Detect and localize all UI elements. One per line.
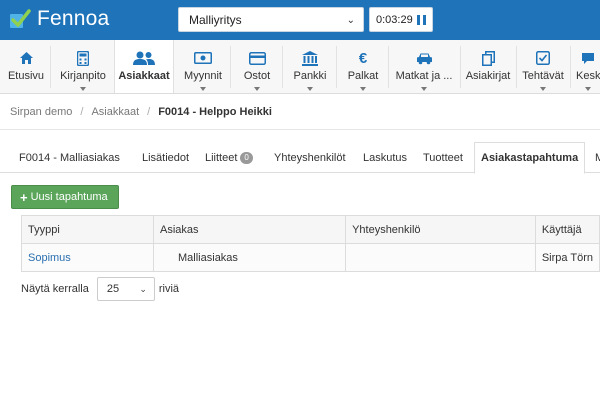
column-header[interactable]: Yhteyshenkilö	[345, 215, 536, 244]
customer-tabs: F0014 - Malliasiakas Lisätiedot Liitteet…	[0, 142, 600, 174]
new-event-label: Uusi tapahtuma	[30, 191, 108, 203]
caret-down-icon	[421, 87, 427, 91]
nav-item-kirjanpito[interactable]: Kirjanpito	[56, 40, 110, 93]
page-size-prefix: Näytä kerralla	[21, 283, 89, 295]
cell-type[interactable]: Sopimus	[20, 243, 155, 272]
caret-down-icon	[254, 87, 260, 91]
nav-label: Ostot	[243, 70, 271, 82]
nav-label: Asiakkaat	[118, 70, 170, 82]
tab-asiakastapahtuma[interactable]: Asiakastapahtuma	[474, 142, 586, 174]
logo-text: Fennoa	[37, 7, 110, 30]
breadcrumb-item-customers[interactable]: Asiakkaat	[91, 106, 139, 118]
page-size-suffix: riviä	[158, 283, 180, 295]
fennoa-logo[interactable]: Fennoa	[9, 7, 109, 31]
nav-label: Matkat ja ...	[395, 70, 453, 82]
nav-item-matkat[interactable]: Matkat ja ...	[393, 40, 455, 93]
calculator-icon	[77, 50, 89, 66]
nav-label: Pankki	[293, 70, 327, 82]
caret-down-icon	[540, 87, 546, 91]
caret-down-icon	[200, 87, 206, 91]
tab-label: Asiakastapahtuma	[481, 152, 579, 164]
nav-item-ostot[interactable]: Ostot	[238, 40, 276, 93]
tab-customer[interactable]: F0014 - Malliasiakas	[19, 142, 120, 173]
timer-value: 0:03:29	[376, 13, 413, 26]
table-header-row: Tyyppi Asiakas Yhteyshenkilö Käyttäjä	[20, 215, 600, 244]
cell-user: Sirpa Törn	[534, 243, 600, 272]
euro-icon: €	[358, 49, 368, 67]
home-icon	[19, 52, 33, 64]
breadcrumb-item-company[interactable]: Sirpan demo	[10, 106, 72, 118]
tab-label: Lisätiedot	[142, 151, 190, 164]
main-nav: Etusivu Kirjanpito Asiakkaat Myynnit Ost…	[0, 40, 600, 94]
nav-item-etusivu[interactable]: Etusivu	[4, 40, 48, 93]
cell-customer: Malliasiakas	[153, 243, 347, 272]
tab-lisatiedot[interactable]: Lisätiedot	[142, 142, 189, 173]
logo-check-icon	[10, 9, 31, 28]
plus-icon: +	[20, 189, 28, 205]
work-timer: 0:03:29	[369, 7, 433, 32]
page-size-value: 25	[106, 283, 120, 295]
page-size-control: Näytä kerralla 25 ⌄ riviä	[21, 277, 179, 301]
tab-label: Yhteyshenkilöt	[274, 151, 346, 164]
money-icon	[194, 52, 212, 64]
events-table: Tyyppi Asiakas Yhteyshenkilö Käyttäjä So…	[20, 215, 600, 272]
nav-label: Myynnit	[184, 70, 222, 82]
tab-label: Tuotteet	[423, 151, 463, 164]
company-select-value: Malliyritys	[189, 12, 242, 27]
users-icon	[133, 51, 155, 65]
caret-down-icon	[360, 87, 366, 91]
nav-item-asiakirjat[interactable]: Asiakirjat	[464, 40, 512, 93]
tab-yhteyshenkilot[interactable]: Yhteyshenkilöt	[274, 142, 346, 173]
nav-label: Kesk	[576, 70, 600, 82]
nav-item-keskustelut[interactable]: Kesk	[576, 40, 600, 93]
nav-item-tehtavat[interactable]: Tehtävät	[520, 40, 566, 93]
nav-item-myynnit[interactable]: Myynnit	[180, 40, 226, 93]
tab-laskutus[interactable]: Laskutus	[363, 142, 407, 173]
breadcrumb-current: F0014 - Helppo Heikki	[158, 106, 272, 118]
checkbox-icon	[536, 51, 550, 65]
page-size-select[interactable]: 25 ⌄	[96, 277, 155, 301]
tab-label: Liitteet	[205, 151, 238, 164]
credit-card-icon	[248, 51, 266, 65]
nav-item-palkat[interactable]: € Palkat	[342, 40, 384, 93]
nav-item-asiakkaat[interactable]: Asiakkaat	[114, 40, 174, 93]
caret-down-icon	[307, 87, 313, 91]
bank-icon	[302, 50, 318, 66]
table-row[interactable]: Sopimus Malliasiakas Sirpa Törn	[20, 243, 600, 272]
tab-liitteet[interactable]: Liitteet 0	[205, 142, 253, 173]
cell-contact	[345, 243, 536, 272]
tab-label: Laskutus	[363, 151, 408, 164]
column-header[interactable]: Käyttäjä	[534, 215, 600, 244]
pause-icon[interactable]	[417, 15, 426, 25]
column-header[interactable]: Asiakas	[153, 215, 347, 244]
documents-icon	[481, 50, 495, 66]
chevron-down-icon: ⌄	[346, 15, 355, 26]
column-header[interactable]: Tyyppi	[20, 215, 155, 244]
chat-icon	[582, 52, 594, 64]
tab-label: M	[595, 151, 600, 164]
nav-label: Tehtävät	[522, 70, 564, 82]
attachments-count-badge: 0	[240, 151, 253, 164]
caret-down-icon	[585, 87, 591, 91]
tab-label: F0014 - Malliasiakas	[19, 151, 120, 164]
car-icon	[416, 53, 432, 64]
company-select[interactable]: Malliyritys ⌄	[178, 7, 364, 32]
nav-item-pankki[interactable]: Pankki	[288, 40, 332, 93]
top-bar: Fennoa Malliyritys ⌄ 0:03:29	[0, 0, 600, 40]
caret-down-icon	[80, 87, 86, 91]
breadcrumb: Sirpan demo / Asiakkaat / F0014 - Helppo…	[0, 95, 600, 130]
tab-more[interactable]: M	[595, 142, 600, 173]
chevron-down-icon: ⌄	[139, 284, 147, 294]
nav-label: Kirjanpito	[60, 70, 106, 82]
nav-label: Etusivu	[7, 70, 45, 82]
nav-label: Asiakirjat	[465, 70, 511, 82]
nav-label: Palkat	[347, 70, 379, 82]
new-event-button[interactable]: + Uusi tapahtuma	[11, 185, 119, 209]
tab-tuotteet[interactable]: Tuotteet	[423, 142, 463, 173]
